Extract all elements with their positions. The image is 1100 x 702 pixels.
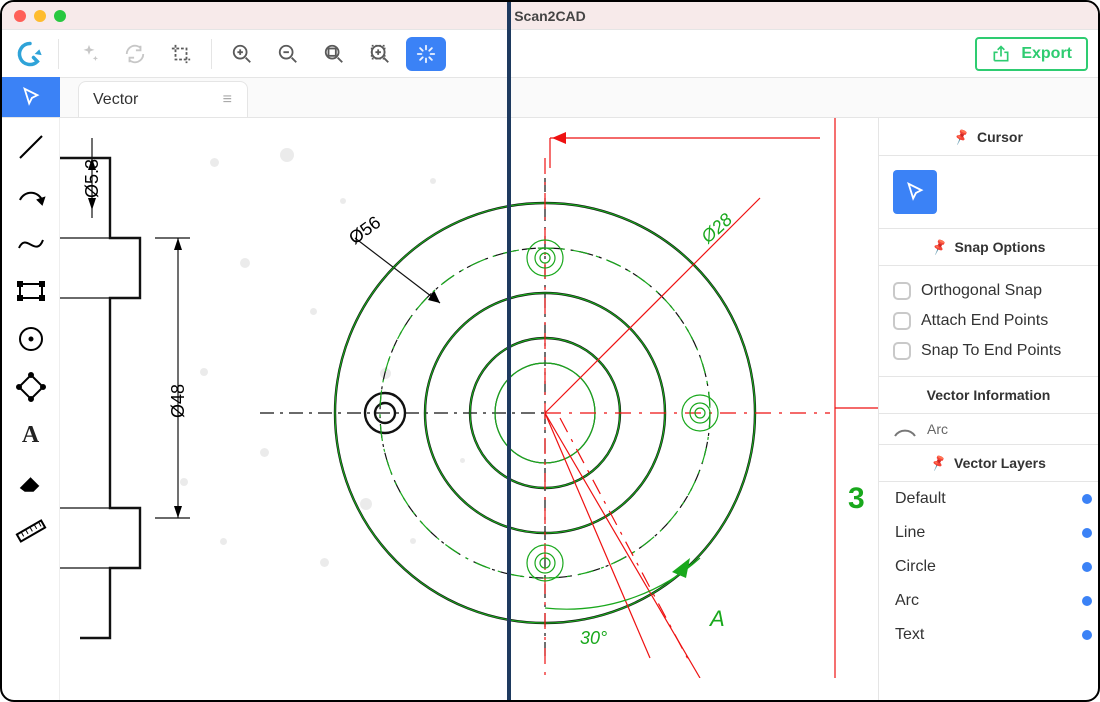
snap-to-endpoints[interactable]: Snap To End Points (893, 336, 1084, 366)
tab-label: Vector (93, 91, 138, 109)
snap-orthogonal[interactable]: Orthogonal Snap (893, 276, 1084, 306)
panel-layers-title: Vector Layers (954, 455, 1046, 471)
top-toolbar: Export (2, 30, 1098, 78)
arc-icon (893, 420, 917, 438)
polygon-tool[interactable] (7, 364, 55, 410)
panel-snap-header[interactable]: 📌 Snap Options (879, 228, 1098, 266)
pointer-tool[interactable] (2, 77, 60, 117)
rectangle-tool[interactable] (7, 268, 55, 314)
layer-color-swatch (1082, 596, 1092, 606)
titlebar: Scan2CAD (2, 2, 1098, 30)
checkbox-icon (893, 312, 911, 330)
layer-item[interactable]: Default (879, 482, 1098, 516)
spinner-icon[interactable] (406, 37, 446, 71)
export-label: Export (1021, 45, 1072, 63)
line-tool[interactable] (7, 124, 55, 170)
snap-attach-endpoints[interactable]: Attach End Points (893, 306, 1084, 336)
close-window-button[interactable] (14, 10, 26, 22)
layer-item[interactable]: Circle (879, 550, 1098, 584)
dim-48: Ø48 (168, 384, 189, 418)
zoom-in-icon[interactable] (222, 37, 262, 71)
tab-vector[interactable]: Vector ≡ (78, 81, 248, 117)
toolbar-separator (211, 39, 212, 69)
tab-menu-icon[interactable]: ≡ (223, 91, 233, 109)
layer-color-swatch (1082, 630, 1092, 640)
checkbox-icon (893, 342, 911, 360)
pin-icon: 📌 (929, 454, 948, 472)
layer-color-swatch (1082, 528, 1092, 538)
window-title: Scan2CAD (514, 8, 586, 24)
maximize-window-button[interactable] (54, 10, 66, 22)
zoom-group (222, 37, 446, 71)
angle-30: 30° (580, 628, 607, 649)
refresh-icon[interactable] (115, 37, 155, 71)
right-panel: 📌 Cursor 📌 Snap Options Orthogonal Snap … (878, 118, 1098, 700)
layers-list: Default Line Circle Arc Text (879, 482, 1098, 652)
pin-icon: 📌 (952, 127, 971, 145)
zoom-region-icon[interactable] (360, 37, 400, 71)
text-tool[interactable]: A (7, 412, 55, 458)
layer-color-swatch (1082, 494, 1092, 504)
window-controls (14, 10, 66, 22)
app-window: Scan2CAD (0, 0, 1100, 702)
app-logo (12, 40, 48, 68)
compare-divider[interactable] (507, 2, 511, 700)
panel-snap-title: Snap Options (954, 239, 1045, 255)
toolbar-separator (58, 39, 59, 69)
export-button[interactable]: Export (975, 37, 1088, 71)
main-area: A (2, 118, 1098, 700)
measure-tool[interactable] (7, 508, 55, 554)
layer-item[interactable]: Arc (879, 584, 1098, 618)
panel-cursor-title: Cursor (977, 129, 1023, 145)
checkbox-icon (893, 282, 911, 300)
tab-bar: Vector ≡ (2, 78, 1098, 118)
export-icon (991, 44, 1011, 64)
canvas[interactable]: Ø5.3 Ø48 Ø56 Ø28 30° A 3 (60, 118, 878, 700)
layer-item[interactable]: Line (879, 516, 1098, 550)
sparkle-icon[interactable] (69, 37, 109, 71)
label-a: A (710, 606, 725, 632)
arc-tool[interactable] (7, 172, 55, 218)
layer-item[interactable]: Text (879, 618, 1098, 652)
enhance-group (69, 37, 201, 71)
panel-vector-info-header[interactable]: Vector Information (879, 376, 1098, 414)
panel-cursor-header[interactable]: 📌 Cursor (879, 118, 1098, 156)
dim-5-3: Ø5.3 (82, 159, 103, 198)
spline-tool[interactable] (7, 220, 55, 266)
cursor-mode-button[interactable] (893, 170, 937, 214)
eraser-tool[interactable] (7, 460, 55, 506)
zoom-out-icon[interactable] (268, 37, 308, 71)
sheet-number: 3 (848, 482, 865, 516)
zoom-fit-icon[interactable] (314, 37, 354, 71)
circle-tool[interactable] (7, 316, 55, 362)
panel-vector-info-title: Vector Information (927, 387, 1051, 403)
snap-options: Orthogonal Snap Attach End Points Snap T… (879, 266, 1098, 376)
pin-icon: 📌 (930, 238, 949, 256)
panel-layers-header[interactable]: 📌 Vector Layers (879, 444, 1098, 482)
vector-info-item: Arc (879, 414, 1098, 444)
minimize-window-button[interactable] (34, 10, 46, 22)
tools-rail: A (2, 118, 60, 700)
layer-color-swatch (1082, 562, 1092, 572)
crop-icon[interactable] (161, 37, 201, 71)
